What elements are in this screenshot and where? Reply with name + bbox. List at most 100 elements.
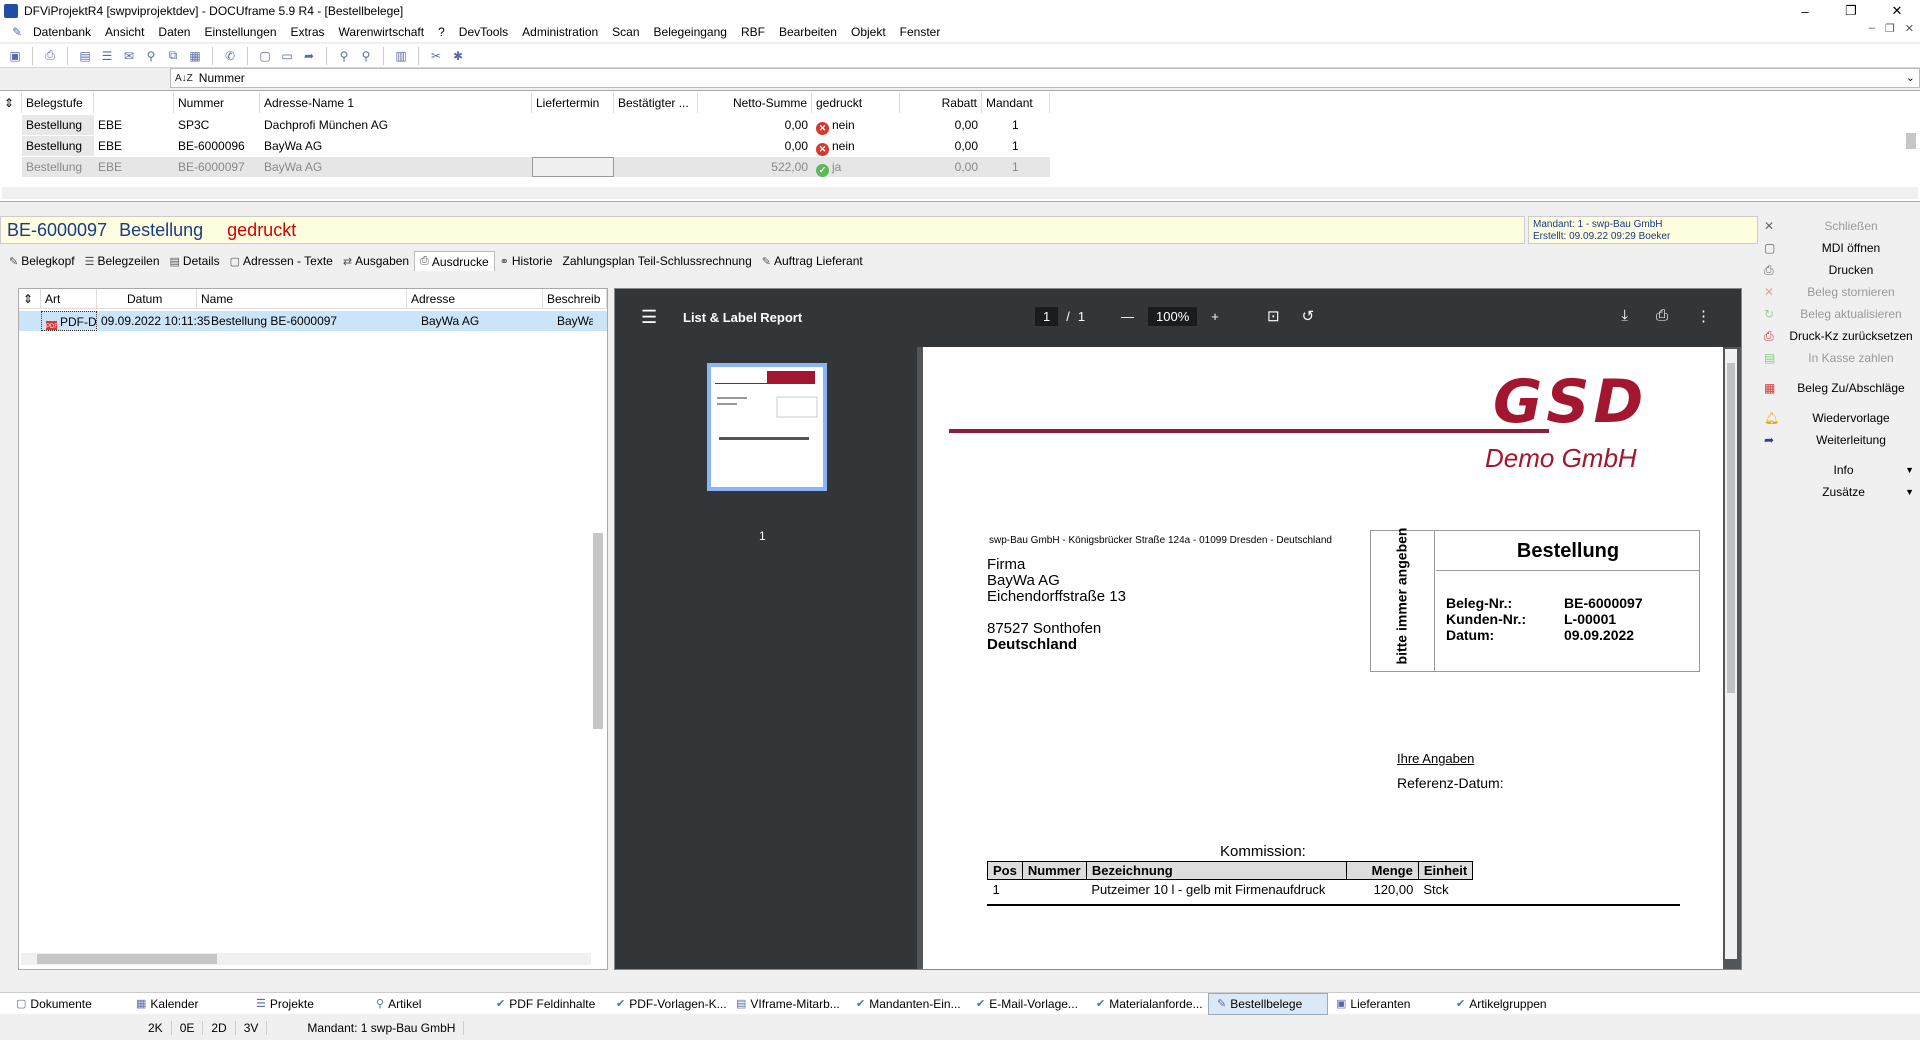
col-netto[interactable]: Netto-Summe — [698, 93, 812, 113]
tab-historie[interactable]: ⚭ Historie — [495, 251, 558, 271]
tab-auftrag-lieferant[interactable]: ✎ Auftrag Lieferant — [757, 251, 868, 271]
col-name[interactable]: Name — [197, 289, 407, 309]
action-wiedervorlage[interactable]: 🔔︎ Wiedervorlage — [1760, 408, 1920, 428]
btab-mandanten-ein[interactable]: ✔ Mandanten-Ein... — [848, 993, 968, 1015]
tab-ausgaben[interactable]: ⇄ Ausgaben — [338, 251, 414, 271]
fit-page-icon[interactable]: ⊡ — [1267, 307, 1280, 325]
sort-field-selector[interactable]: A↓Z Nummer ⌄ — [170, 68, 1920, 88]
menu-administration[interactable]: Administration — [515, 25, 605, 39]
attach-icon[interactable]: ⚲ — [142, 47, 160, 65]
col-bestaetigt[interactable]: Bestätigter ... — [614, 93, 698, 113]
liefertermin-input[interactable] — [532, 157, 614, 177]
action-weiterleitung[interactable]: ➦ Weiterleitung — [1760, 430, 1920, 450]
menu-scan[interactable]: Scan — [605, 25, 646, 39]
col-art[interactable]: Art — [41, 289, 97, 309]
btab-dokumente[interactable]: ▢ Dokumente — [8, 993, 128, 1015]
tab-zahlungsplan[interactable]: Zahlungsplan Teil-Schlussrechnung — [558, 251, 757, 271]
action-beleg-aktualisieren[interactable]: ↻ Beleg aktualisieren — [1760, 304, 1920, 324]
edit-icon[interactable]: ✎ — [8, 23, 26, 41]
menu-daten[interactable]: Daten — [151, 25, 197, 39]
print-icon[interactable]: ⎙ — [1656, 307, 1668, 325]
tab-ausdrucke[interactable]: ⎙ Ausdrucke — [414, 251, 495, 271]
menu-datenbank[interactable]: Datenbank — [26, 25, 98, 39]
zoom-level[interactable]: 100% — [1148, 307, 1198, 326]
col-nummer[interactable]: Nummer — [174, 93, 260, 113]
page-number-input[interactable]: 1 — [1035, 307, 1059, 326]
view-icon[interactable]: ▥ — [392, 47, 410, 65]
list-scroll-thumb[interactable] — [593, 533, 603, 729]
grid-horizontal-scrollbar[interactable] — [2, 187, 1918, 199]
folder-arrow-icon[interactable]: ➦ — [300, 47, 318, 65]
action-info[interactable]: Info ▼ — [1760, 460, 1920, 480]
action-beleg-zu-abschlaege[interactable]: ▦ Beleg Zu/Abschläge — [1760, 378, 1920, 398]
note-icon[interactable]: ✉ — [120, 47, 138, 65]
menu-icon[interactable]: ☰ — [641, 307, 657, 328]
btab-projekte[interactable]: ☰ Projekte — [248, 993, 368, 1015]
card-icon[interactable]: ▤ — [76, 47, 94, 65]
col-adresse[interactable]: Adresse-Name 1 — [260, 93, 532, 113]
column-chooser-icon[interactable]: ⇕ — [19, 289, 41, 309]
mdi-restore-icon[interactable]: ❐ — [1885, 22, 1895, 35]
minimize-button[interactable]: – — [1782, 0, 1828, 22]
col-gedruckt[interactable]: gedruckt — [812, 93, 900, 113]
menu-einstellungen[interactable]: Einstellungen — [197, 25, 283, 39]
more-options-icon[interactable]: ⋮ — [1696, 307, 1711, 325]
folder-icon[interactable]: ▭ — [278, 47, 296, 65]
col-belegstufe[interactable]: Belegstufe — [22, 93, 94, 113]
grid-vertical-scrollbar[interactable] — [1904, 117, 1918, 185]
menu-devtools[interactable]: DevTools — [452, 25, 515, 39]
pdf-scroll-thumb[interactable] — [1727, 363, 1735, 693]
action-druck-kz-zuruecksetzen[interactable]: ⎙ Druck-Kz zurücksetzen — [1760, 326, 1920, 346]
tools-icon[interactable]: ✂ — [427, 47, 445, 65]
grid-scroll-thumb[interactable] — [1906, 133, 1916, 149]
list-icon[interactable]: ☰ — [98, 47, 116, 65]
col-liefertermin[interactable]: Liefertermin — [532, 93, 614, 113]
tab-adressen-texte[interactable]: ▢ Adressen - Texte — [225, 251, 338, 271]
chevron-down-icon[interactable]: ⌄ — [1906, 71, 1915, 84]
column-chooser-icon[interactable]: ⇕ — [0, 93, 22, 113]
action-beleg-stornieren[interactable]: ✕ Beleg stornieren — [1760, 282, 1920, 302]
zoom-out-icon[interactable]: — — [1121, 309, 1134, 324]
action-mdi-oeffnen[interactable]: ▢ MDI öffnen — [1760, 238, 1920, 258]
search-icon[interactable]: ⚲ — [335, 47, 353, 65]
action-in-kasse-zahlen[interactable]: ▤ In Kasse zahlen — [1760, 348, 1920, 368]
print-icon[interactable]: ⎙ — [41, 47, 59, 65]
tab-belegzeilen[interactable]: ☰ Belegzeilen — [80, 251, 165, 271]
zoom-in-icon[interactable]: + — [1211, 309, 1219, 324]
menu-belegeingang[interactable]: Belegeingang — [647, 25, 734, 39]
maximize-button[interactable]: ❐ — [1828, 0, 1874, 22]
menu-warenwirtschaft[interactable]: Warenwirtschaft — [332, 25, 432, 39]
open-icon[interactable]: ▣ — [6, 47, 24, 65]
col-datum[interactable]: Datum — [97, 289, 197, 309]
calendar-icon[interactable]: ▦ — [186, 47, 204, 65]
menu-rbf[interactable]: RBF — [734, 25, 772, 39]
pdf-scrollbar[interactable] — [1725, 349, 1737, 959]
menu-fenster[interactable]: Fenster — [893, 25, 948, 39]
menu-objekt[interactable]: Objekt — [844, 25, 893, 39]
new-doc-icon[interactable]: ▢ — [256, 47, 274, 65]
download-icon[interactable]: ⤓ — [1621, 307, 1628, 325]
btab-kalender[interactable]: ▦ Kalender — [128, 993, 248, 1015]
btab-bestellbelege[interactable]: ✎ Bestellbelege — [1208, 992, 1328, 1015]
col-kz[interactable] — [94, 93, 174, 113]
btab-artikelgruppen[interactable]: ✔ Artikelgruppen — [1448, 993, 1568, 1015]
list-vertical-scrollbar[interactable] — [591, 311, 605, 951]
search-disabled-icon[interactable]: ⚲ — [357, 47, 375, 65]
col-adresse[interactable]: Adresse — [407, 289, 543, 309]
menu-bearbeiten[interactable]: Bearbeiten — [772, 25, 844, 39]
btab-artikel[interactable]: ⚲ Artikel — [368, 993, 488, 1015]
list-hscroll-thumb[interactable] — [37, 954, 217, 964]
copy-icon[interactable]: ⧉ — [164, 47, 182, 65]
btab-pdf-feldinhalte[interactable]: ✔ PDF Feldinhalte — [488, 993, 608, 1015]
menu-ansicht[interactable]: Ansicht — [98, 25, 151, 39]
action-zusaetze[interactable]: Zusätze ▼ — [1760, 482, 1920, 502]
list-item[interactable]: PDF PDF-D 09.09.2022 10:11:35 Bestellung … — [19, 311, 607, 331]
phone-icon[interactable]: ✆ — [221, 47, 239, 65]
rotate-icon[interactable]: ↺ — [1302, 307, 1315, 325]
col-mandant[interactable]: Mandant — [982, 93, 1050, 113]
table-row[interactable]: Bestellung EBE BE-6000096 BayWa AG 0,00 … — [0, 136, 1050, 156]
menu-help[interactable]: ? — [431, 25, 452, 39]
btab-viframe-mitarb[interactable]: ▤ VIframe-Mitarb... — [728, 993, 848, 1015]
btab-email-vorlage[interactable]: ✔ E-Mail-Vorlage... — [968, 993, 1088, 1015]
btab-lieferanten[interactable]: ▣ Lieferanten — [1328, 993, 1448, 1015]
